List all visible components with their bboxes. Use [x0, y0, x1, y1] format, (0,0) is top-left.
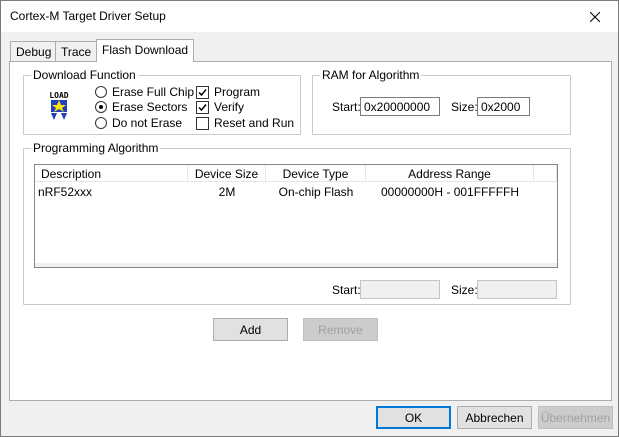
- horizontal-scrollbar[interactable]: [35, 263, 557, 267]
- algo-start-label: Start:: [332, 283, 361, 297]
- algo-start-input[interactable]: [360, 280, 440, 299]
- radio-label: Erase Sectors: [112, 100, 188, 114]
- checkmark-icon: [198, 103, 207, 111]
- svg-text:LOAD: LOAD: [49, 91, 68, 100]
- tab-label: Flash Download: [102, 43, 189, 57]
- column-address-range[interactable]: Address Range: [366, 165, 534, 182]
- add-button[interactable]: Add: [213, 318, 288, 341]
- column-device-size[interactable]: Device Size: [188, 165, 266, 182]
- ram-start-input[interactable]: 0x20000000: [360, 97, 440, 116]
- erase-full-chip-radio[interactable]: Erase Full Chip: [95, 84, 194, 100]
- ram-size-label: Size:: [451, 100, 478, 114]
- radio-indicator[interactable]: [95, 101, 107, 113]
- tab-flash-download[interactable]: Flash Download: [96, 39, 195, 62]
- apply-button[interactable]: Übernehmen: [538, 406, 613, 429]
- ram-start-label: Start:: [332, 100, 361, 114]
- program-checkbox[interactable]: Program: [196, 84, 260, 100]
- cell-device-type: On-chip Flash: [278, 185, 354, 199]
- cell-device-size: 2M: [218, 185, 236, 199]
- radio-label: Erase Full Chip: [112, 85, 195, 99]
- algo-size-label: Size:: [451, 283, 478, 297]
- radio-label: Do not Erase: [112, 116, 183, 130]
- close-icon: [590, 11, 600, 22]
- cancel-button[interactable]: Abbrechen: [457, 406, 532, 429]
- checkbox-label: Verify: [214, 100, 245, 114]
- ram-size-input[interactable]: 0x2000: [477, 97, 530, 116]
- tab-label: Trace: [61, 45, 92, 59]
- close-button[interactable]: [572, 1, 618, 32]
- ok-button[interactable]: OK: [376, 406, 451, 429]
- algorithm-list[interactable]: Description Device Size Device Type Addr…: [34, 164, 558, 268]
- column-filler: [534, 165, 557, 182]
- dialog-window: Cortex-M Target Driver Setup Debug Trace…: [0, 0, 619, 437]
- group-title: RAM for Algorithm: [320, 68, 422, 82]
- do-not-erase-radio[interactable]: Do not Erase: [95, 115, 182, 131]
- algo-size-input[interactable]: [477, 280, 557, 299]
- title-bar: Cortex-M Target Driver Setup: [1, 1, 618, 32]
- checkbox-box[interactable]: [196, 85, 209, 99]
- tab-label: Debug: [16, 45, 52, 59]
- tab-debug[interactable]: Debug: [10, 41, 58, 61]
- column-description[interactable]: Description: [35, 165, 188, 182]
- group-title: Download Function: [31, 68, 138, 82]
- column-device-type[interactable]: Device Type: [266, 165, 366, 182]
- group-title: Programming Algorithm: [31, 141, 161, 155]
- checkmark-icon: [198, 88, 207, 96]
- erase-sectors-radio[interactable]: Erase Sectors: [95, 99, 187, 115]
- remove-button[interactable]: Remove: [303, 318, 378, 341]
- radio-indicator[interactable]: [95, 86, 107, 98]
- reset-and-run-checkbox[interactable]: Reset and Run: [196, 115, 294, 131]
- tab-trace[interactable]: Trace: [55, 41, 98, 61]
- checkbox-box[interactable]: [196, 116, 209, 130]
- checkbox-label: Reset and Run: [214, 116, 295, 130]
- load-icon: LOAD: [45, 89, 73, 121]
- list-header: Description Device Size Device Type Addr…: [35, 165, 557, 182]
- verify-checkbox[interactable]: Verify: [196, 99, 244, 115]
- cell-address-range: 00000000H - 001FFFFFH: [380, 185, 520, 199]
- checkbox-box[interactable]: [196, 100, 209, 114]
- radio-indicator[interactable]: [95, 117, 107, 129]
- window-title: Cortex-M Target Driver Setup: [10, 9, 166, 23]
- checkbox-label: Program: [214, 85, 261, 99]
- cell-description: nRF52xxx: [38, 185, 93, 199]
- table-row[interactable]: nRF52xxx 2M On-chip Flash 00000000H - 00…: [35, 183, 534, 200]
